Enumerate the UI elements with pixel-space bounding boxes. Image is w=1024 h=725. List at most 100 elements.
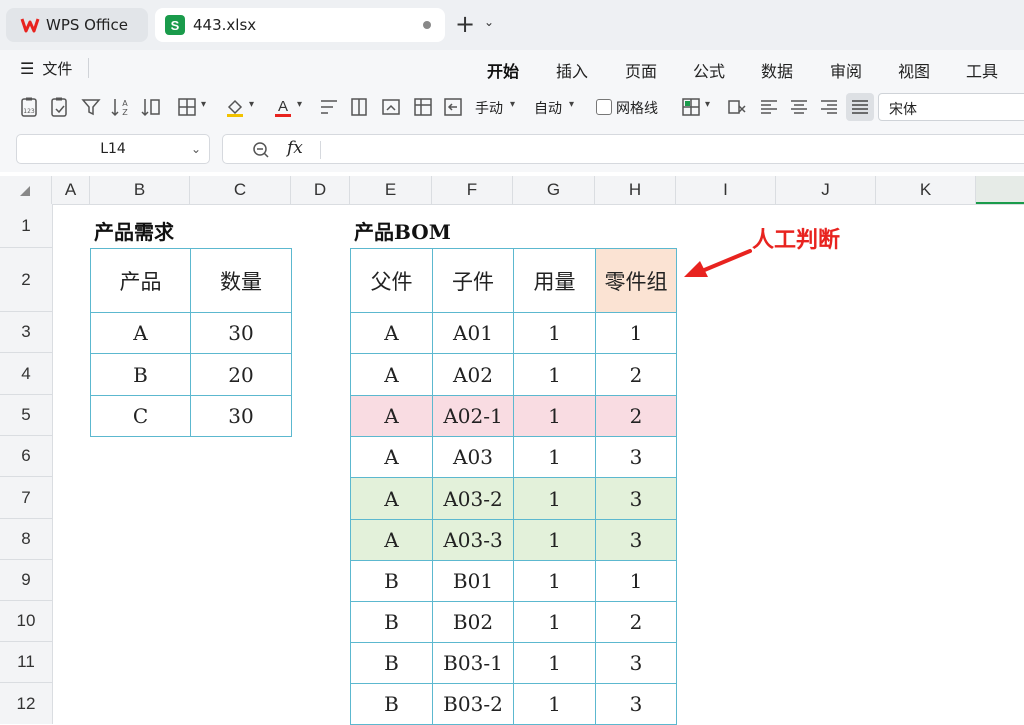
align-left-icon[interactable] — [758, 96, 780, 118]
tab-tools[interactable]: 工具 — [966, 58, 998, 82]
table-cell[interactable]: 1 — [513, 353, 596, 396]
bom-header-parent[interactable]: 父件 — [350, 248, 433, 313]
table-cell[interactable]: 1 — [595, 312, 677, 354]
table-cell[interactable]: 20 — [190, 353, 292, 396]
table-cell[interactable]: A — [350, 436, 433, 478]
zoom-icon[interactable] — [251, 140, 271, 160]
unsaved-dot-icon[interactable] — [423, 21, 431, 29]
table-cell[interactable]: B — [350, 560, 433, 602]
row-header-5[interactable]: 5 — [0, 395, 52, 436]
chevron-down-icon[interactable]: ▾ — [249, 99, 254, 110]
bom-header-part-group[interactable]: 零件组 — [595, 248, 677, 313]
column-header-f[interactable]: F — [432, 176, 513, 204]
bom-header-child[interactable]: 子件 — [432, 248, 514, 313]
table-cell[interactable]: A02-1 — [432, 395, 514, 437]
table-cell[interactable]: A — [350, 519, 433, 561]
chevron-down-icon[interactable]: ▾ — [201, 99, 206, 110]
column-header-i[interactable]: I — [676, 176, 776, 204]
table-cell[interactable]: 1 — [513, 477, 596, 520]
cell-reference-box[interactable]: L14 ⌄ — [16, 134, 210, 164]
chevron-down-icon[interactable]: ⌄ — [191, 135, 201, 163]
sort-descending-icon[interactable] — [140, 96, 162, 118]
column-header-g[interactable]: G — [513, 176, 595, 204]
table-cell[interactable]: B01 — [432, 560, 514, 602]
tab-data[interactable]: 数据 — [761, 58, 793, 82]
fill-color-icon[interactable] — [224, 96, 246, 118]
table-cell[interactable]: 1 — [513, 601, 596, 643]
table-cell[interactable]: 1 — [595, 560, 677, 602]
font-color-icon[interactable]: A — [272, 96, 294, 118]
filter-icon[interactable] — [80, 96, 102, 118]
table-cell[interactable]: 1 — [513, 312, 596, 354]
borders-icon[interactable] — [176, 96, 198, 118]
tab-spreadsheet-file[interactable]: S 443.xlsx — [155, 8, 445, 42]
conditional-format-icon[interactable] — [680, 96, 702, 118]
table-cell[interactable]: 3 — [595, 683, 677, 725]
table-cell[interactable]: A01 — [432, 312, 514, 354]
wrap-manual-button[interactable]: 手动 — [475, 98, 503, 118]
row-header-11[interactable]: 11 — [0, 642, 52, 683]
table-cell[interactable]: 1 — [513, 683, 596, 725]
table-cell[interactable]: B — [90, 353, 191, 396]
table-cell[interactable]: 3 — [595, 477, 677, 520]
gridlines-checkbox[interactable] — [596, 99, 612, 115]
chevron-down-icon[interactable]: ⌄ — [484, 15, 494, 29]
insert-cells-icon[interactable] — [442, 96, 464, 118]
row-header-7[interactable]: 7 — [0, 477, 52, 519]
table-cell[interactable]: A — [350, 353, 433, 396]
row-header-10[interactable]: 10 — [0, 601, 52, 642]
table-cell[interactable]: A — [90, 312, 191, 354]
clear-format-icon[interactable] — [726, 96, 748, 118]
table-cell[interactable]: A — [350, 477, 433, 520]
table-cell[interactable]: 30 — [190, 312, 292, 354]
tab-insert[interactable]: 插入 — [556, 58, 588, 82]
tab-view[interactable]: 视图 — [898, 58, 930, 82]
table-cell[interactable]: 1 — [513, 560, 596, 602]
sort-ascending-icon[interactable]: AZ — [110, 96, 132, 118]
table-cell[interactable]: A03-2 — [432, 477, 514, 520]
column-width-icon[interactable] — [348, 96, 370, 118]
demand-header-quantity[interactable]: 数量 — [190, 248, 292, 313]
row-header-9[interactable]: 9 — [0, 560, 52, 601]
column-header-e[interactable]: E — [350, 176, 432, 204]
table-cell[interactable]: B — [350, 642, 433, 684]
table-cell[interactable]: 3 — [595, 519, 677, 561]
row-header-12[interactable]: 12 — [0, 683, 52, 724]
align-right-icon[interactable] — [818, 96, 840, 118]
table-cell[interactable]: B02 — [432, 601, 514, 643]
function-icon[interactable]: fx — [287, 138, 303, 158]
column-header-c[interactable]: C — [190, 176, 291, 204]
select-all-corner[interactable] — [0, 176, 52, 204]
table-cell[interactable]: A — [350, 395, 433, 437]
bom-header-usage[interactable]: 用量 — [513, 248, 596, 313]
formula-input[interactable]: fx — [222, 134, 1024, 164]
tab-review[interactable]: 审阅 — [830, 58, 862, 82]
column-header-k[interactable]: K — [876, 176, 976, 204]
table-cell[interactable]: B — [350, 683, 433, 725]
table-cell[interactable]: 2 — [595, 353, 677, 396]
column-header-h[interactable]: H — [595, 176, 676, 204]
table-cell[interactable]: 30 — [190, 395, 292, 437]
tab-home[interactable]: 开始 — [487, 58, 519, 89]
column-header-a[interactable]: A — [52, 176, 90, 204]
font-name-select[interactable]: 宋体 — [878, 93, 1024, 121]
table-cell[interactable]: 1 — [513, 395, 596, 437]
tab-page[interactable]: 页面 — [625, 58, 657, 82]
paste-format-icon[interactable] — [48, 96, 70, 118]
column-header-j[interactable]: J — [776, 176, 876, 204]
table-cell[interactable]: 2 — [595, 395, 677, 437]
table-cell[interactable]: B03-1 — [432, 642, 514, 684]
row-header-6[interactable]: 6 — [0, 436, 52, 477]
row-header-1[interactable]: 1 — [0, 204, 52, 248]
chevron-down-icon[interactable]: ▾ — [569, 99, 574, 110]
table-cell[interactable]: B03-2 — [432, 683, 514, 725]
table-cell[interactable]: C — [90, 395, 191, 437]
column-header-b[interactable]: B — [90, 176, 190, 204]
table-cell[interactable]: A02 — [432, 353, 514, 396]
row-height-icon[interactable] — [380, 96, 402, 118]
table-cell[interactable]: 1 — [513, 519, 596, 561]
column-header-l[interactable] — [976, 176, 1024, 204]
column-header-d[interactable]: D — [291, 176, 350, 204]
wrap-text-icon[interactable] — [318, 96, 340, 118]
chevron-down-icon[interactable]: ▾ — [297, 99, 302, 110]
